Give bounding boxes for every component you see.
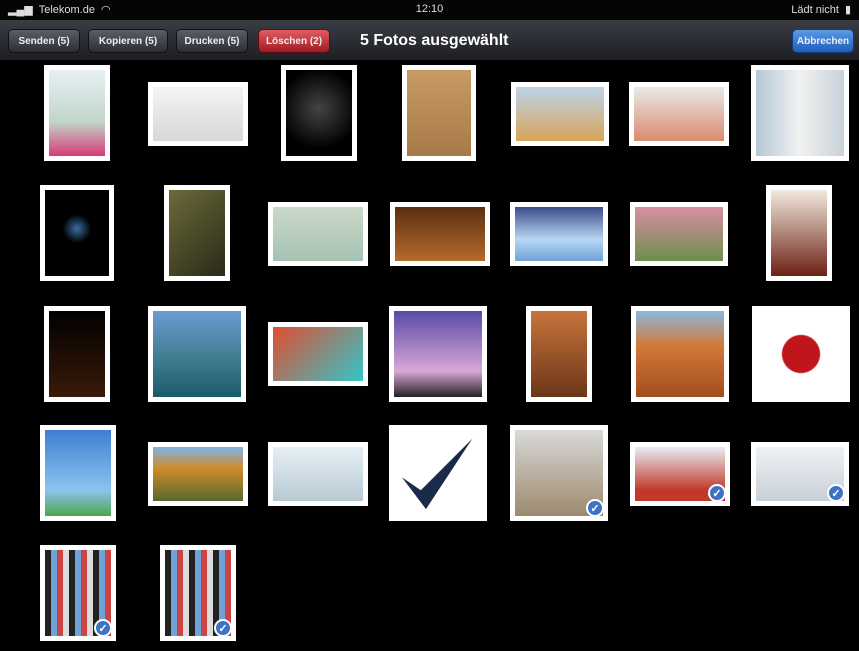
photo-thumbnail[interactable] bbox=[40, 185, 114, 281]
copy-button[interactable]: Kopieren (5) bbox=[88, 29, 168, 53]
photo-checkmark bbox=[394, 430, 482, 516]
photo-thumbnail[interactable] bbox=[631, 306, 729, 402]
photo-thumbnail[interactable] bbox=[268, 442, 368, 506]
charging-label: Lädt nicht bbox=[791, 3, 839, 16]
status-bar: ▂▄▆ Telekom.de ◠ 12:10 Lädt nicht ▮ bbox=[0, 0, 859, 20]
selected-check-icon: ✓ bbox=[94, 619, 112, 637]
delete-button[interactable]: Löschen (2) bbox=[258, 29, 330, 53]
battery-icon: ▮ bbox=[844, 4, 851, 16]
photo-lake bbox=[153, 311, 241, 397]
photo-wind-turbine bbox=[394, 311, 482, 397]
photo-interior bbox=[395, 207, 485, 261]
photo-thumbnail[interactable] bbox=[44, 306, 110, 402]
photo-thumbnail[interactable] bbox=[268, 202, 368, 266]
photo-thumbnail[interactable] bbox=[44, 65, 110, 161]
photo-thumbnail[interactable] bbox=[389, 425, 487, 521]
photo-thumbnail[interactable]: ✓ bbox=[40, 545, 116, 641]
print-button[interactable]: Drucken (5) bbox=[176, 29, 248, 53]
photo-thumbnail[interactable] bbox=[751, 65, 849, 161]
photo-red-shoes bbox=[756, 70, 844, 156]
selected-check-icon: ✓ bbox=[214, 619, 232, 637]
photo-breakfast bbox=[516, 87, 604, 141]
cancel-button[interactable]: Abbrechen bbox=[792, 29, 854, 53]
photo-thumbnail[interactable] bbox=[510, 202, 608, 266]
photo-thumbnail[interactable] bbox=[766, 185, 832, 281]
photo-path bbox=[635, 207, 723, 261]
photo-thumbnail[interactable] bbox=[629, 82, 729, 146]
photo-red-leaves bbox=[273, 327, 363, 381]
photo-world-map bbox=[45, 430, 111, 516]
toolbar: Senden (5) Kopieren (5) Drucken (5) Lösc… bbox=[0, 20, 859, 61]
photo-thumbnail[interactable]: ✓ bbox=[160, 545, 236, 641]
photo-thumbnail[interactable] bbox=[752, 306, 850, 402]
photo-thumbnail[interactable] bbox=[526, 306, 592, 402]
photo-berries bbox=[49, 311, 105, 397]
photo-dark-figure bbox=[286, 70, 352, 156]
send-button[interactable]: Senden (5) bbox=[8, 29, 80, 53]
photo-fern bbox=[169, 190, 225, 276]
photo-thumbnail[interactable] bbox=[148, 442, 248, 506]
photo-autumn-road bbox=[153, 447, 243, 501]
photo-thumbnail[interactable]: ✓ bbox=[510, 425, 608, 521]
checkmark-icon bbox=[401, 438, 473, 510]
photo-thumbnail[interactable] bbox=[148, 306, 246, 402]
photo-thumbnail[interactable] bbox=[630, 202, 728, 266]
photo-thumbnail[interactable] bbox=[511, 82, 609, 146]
photo-thumbnail[interactable] bbox=[40, 425, 116, 521]
photo-thumbnail[interactable]: ✓ bbox=[630, 442, 730, 506]
photo-thumbnail[interactable] bbox=[389, 306, 487, 402]
photo-ice bbox=[515, 207, 603, 261]
selected-check-icon: ✓ bbox=[708, 484, 726, 502]
photo-thumbnail[interactable] bbox=[281, 65, 357, 161]
photo-food-tray bbox=[273, 207, 363, 261]
photo-maple-leaf bbox=[757, 311, 845, 397]
photo-office bbox=[153, 87, 243, 141]
photo-paper-bag bbox=[407, 70, 471, 156]
selected-check-icon: ✓ bbox=[586, 499, 604, 517]
clock: 12:10 bbox=[415, 3, 444, 15]
photo-candy-apples bbox=[771, 190, 827, 276]
photo-thumbnail[interactable] bbox=[402, 65, 476, 161]
page-title: 5 Fotos ausgewählt bbox=[360, 32, 509, 49]
selected-check-icon: ✓ bbox=[827, 484, 845, 502]
photo-tulips bbox=[49, 70, 105, 156]
photo-spoon bbox=[531, 311, 587, 397]
photo-thumbnail[interactable]: ✓ bbox=[751, 442, 849, 506]
photo-thumbnail[interactable] bbox=[268, 322, 368, 386]
photo-microwave bbox=[273, 447, 363, 501]
photo-thumbnail[interactable] bbox=[390, 202, 490, 266]
photo-thumbnail[interactable] bbox=[164, 185, 230, 281]
photo-children bbox=[634, 87, 724, 141]
photo-cable bbox=[45, 190, 109, 276]
photo-dunes bbox=[636, 311, 724, 397]
photo-thumbnail[interactable] bbox=[148, 82, 248, 146]
